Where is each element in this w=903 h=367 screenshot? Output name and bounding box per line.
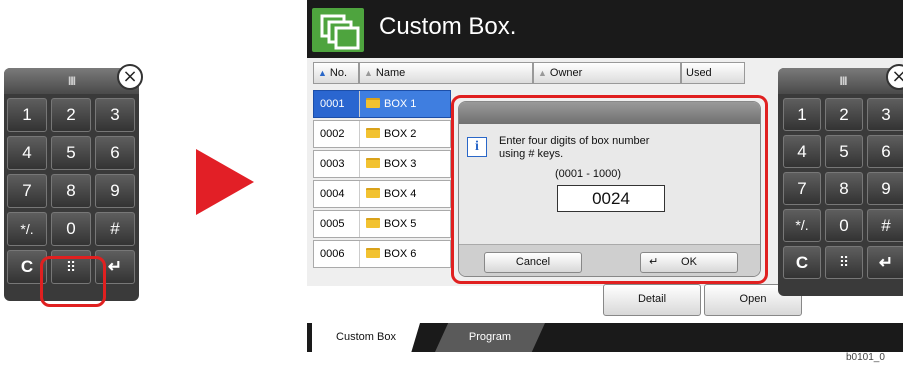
key-hash[interactable]: # bbox=[95, 212, 135, 246]
box-number: 0005 bbox=[314, 211, 360, 237]
key-6[interactable]: 6 bbox=[95, 136, 135, 170]
key-4[interactable]: 4 bbox=[783, 135, 821, 168]
key-3[interactable]: 3 bbox=[867, 98, 903, 131]
highlight-ring-keypad-key bbox=[40, 256, 106, 307]
table-row[interactable]: 0005 BOX 5 bbox=[313, 210, 451, 238]
key-star-slash-dot[interactable]: */. bbox=[783, 209, 821, 242]
key-6[interactable]: 6 bbox=[867, 135, 903, 168]
page-title: Custom Box. bbox=[379, 13, 517, 40]
box-name: BOX 3 bbox=[384, 158, 417, 170]
column-header-owner[interactable]: ▲ Owner bbox=[533, 62, 681, 84]
box-name: BOX 4 bbox=[384, 188, 417, 200]
box-name: BOX 2 bbox=[384, 128, 417, 140]
key-2[interactable]: 2 bbox=[825, 98, 863, 131]
box-number: 0004 bbox=[314, 181, 360, 207]
detail-button[interactable]: Detail bbox=[603, 284, 701, 316]
sort-icon: ▲ bbox=[364, 68, 373, 78]
keypad-grid-icon[interactable]: ⠿ bbox=[825, 246, 863, 279]
key-8[interactable]: 8 bbox=[51, 174, 91, 208]
key-0[interactable]: 0 bbox=[825, 209, 863, 242]
folder-icon bbox=[366, 248, 380, 258]
box-name: BOX 1 bbox=[384, 98, 417, 110]
key-hash[interactable]: # bbox=[867, 209, 903, 242]
title-bar: Custom Box. bbox=[307, 0, 903, 58]
table-row[interactable]: 0003 BOX 3 bbox=[313, 150, 451, 178]
column-header-name[interactable]: ▲ Name bbox=[359, 62, 533, 84]
key-2[interactable]: 2 bbox=[51, 98, 91, 132]
folder-icon bbox=[366, 98, 380, 108]
key-star-slash-dot[interactable]: */. bbox=[7, 212, 47, 246]
tab-program[interactable]: Program bbox=[435, 323, 545, 352]
keypad-drag-handle[interactable]: III bbox=[778, 68, 903, 94]
table-row[interactable]: 0001 BOX 1 bbox=[313, 90, 451, 118]
table-row[interactable]: 0004 BOX 4 bbox=[313, 180, 451, 208]
tab-custom-box[interactable]: Custom Box bbox=[312, 323, 420, 352]
key-4[interactable]: 4 bbox=[7, 136, 47, 170]
key-clear[interactable]: C bbox=[783, 246, 821, 279]
column-header-no[interactable]: ▲ No. bbox=[313, 62, 359, 84]
highlight-ring-dialog bbox=[451, 95, 768, 284]
key-5[interactable]: 5 bbox=[51, 136, 91, 170]
custom-box-icon bbox=[312, 8, 364, 52]
box-number: 0002 bbox=[314, 121, 360, 147]
image-id: b0101_0 bbox=[846, 352, 885, 363]
key-1[interactable]: 1 bbox=[783, 98, 821, 131]
column-header-used[interactable]: Used bbox=[681, 62, 745, 84]
key-0[interactable]: 0 bbox=[51, 212, 91, 246]
key-9[interactable]: 9 bbox=[95, 174, 135, 208]
arrow-right-icon bbox=[196, 149, 254, 215]
key-7[interactable]: 7 bbox=[783, 172, 821, 205]
key-9[interactable]: 9 bbox=[867, 172, 903, 205]
folder-icon bbox=[366, 188, 380, 198]
table-row[interactable]: 0002 BOX 2 bbox=[313, 120, 451, 148]
key-5[interactable]: 5 bbox=[825, 135, 863, 168]
enter-icon[interactable]: ↵ bbox=[867, 246, 903, 279]
numeric-keypad-right: III × 1 2 3 4 5 6 7 8 9 */. 0 # C ⠿ ↵ bbox=[778, 64, 903, 296]
box-name: BOX 6 bbox=[384, 248, 417, 260]
key-3[interactable]: 3 bbox=[95, 98, 135, 132]
folder-icon bbox=[366, 218, 380, 228]
table-row[interactable]: 0006 BOX 6 bbox=[313, 240, 451, 268]
sort-ascending-icon: ▲ bbox=[318, 68, 327, 78]
folder-icon bbox=[366, 128, 380, 138]
key-1[interactable]: 1 bbox=[7, 98, 47, 132]
key-8[interactable]: 8 bbox=[825, 172, 863, 205]
sort-icon: ▲ bbox=[538, 68, 547, 78]
box-name: BOX 5 bbox=[384, 218, 417, 230]
close-icon[interactable]: × bbox=[117, 64, 143, 90]
tab-bar: Custom Box Program bbox=[307, 323, 903, 352]
folder-icon bbox=[366, 158, 380, 168]
box-number: 0001 bbox=[314, 91, 360, 117]
box-number: 0003 bbox=[314, 151, 360, 177]
key-7[interactable]: 7 bbox=[7, 174, 47, 208]
box-number: 0006 bbox=[314, 241, 360, 267]
